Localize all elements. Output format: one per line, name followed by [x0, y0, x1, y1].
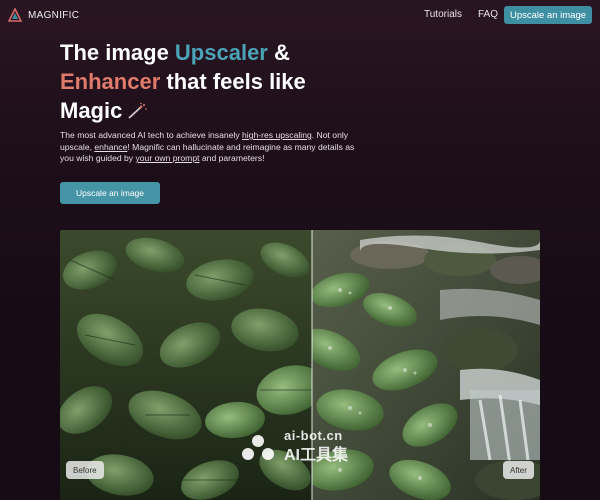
link-your-own-prompt[interactable]: your own prompt — [135, 153, 199, 163]
desc-text: The most advanced AI tech to achieve ins… — [60, 130, 243, 140]
brand-name: MAGNIFIC — [28, 9, 80, 21]
title-text: & — [267, 40, 290, 65]
brand-logo[interactable]: MAGNIFIC — [8, 8, 79, 22]
watermark: ai-bot.cn AI工具集 — [238, 428, 348, 465]
hero-description: The most advanced AI tech to achieve ins… — [60, 130, 360, 165]
hero-upscale-button[interactable]: Upscale an image — [60, 182, 160, 204]
after-label: After — [503, 461, 534, 479]
title-accent-enhancer: Enhancer — [60, 69, 161, 94]
title-text: that feels like — [160, 69, 306, 94]
title-accent-upscaler: Upscaler — [174, 40, 268, 65]
desc-text: and parameters! — [199, 153, 265, 163]
title-text: Magic — [60, 98, 123, 123]
nav-link-faq[interactable]: FAQ — [478, 9, 498, 20]
watermark-line2: AI工具集 — [284, 447, 349, 464]
magnific-logo-icon — [8, 8, 22, 22]
link-enhance[interactable]: enhance — [94, 142, 127, 152]
link-high-res-upscaling[interactable]: high-res upscaling — [242, 130, 312, 140]
nav-link-tutorials[interactable]: Tutorials — [424, 9, 462, 20]
hero-title: The image Upscaler & Enhancer that feels … — [60, 38, 360, 125]
nav-upscale-button[interactable]: Upscale an image — [504, 6, 592, 24]
title-text: The image — [60, 40, 175, 65]
before-label: Before — [66, 461, 104, 479]
magic-wand-icon — [128, 102, 148, 119]
top-nav: MAGNIFIC Tutorials FAQ Upscale an image — [0, 0, 600, 30]
watermark-logo-icon — [242, 434, 274, 460]
